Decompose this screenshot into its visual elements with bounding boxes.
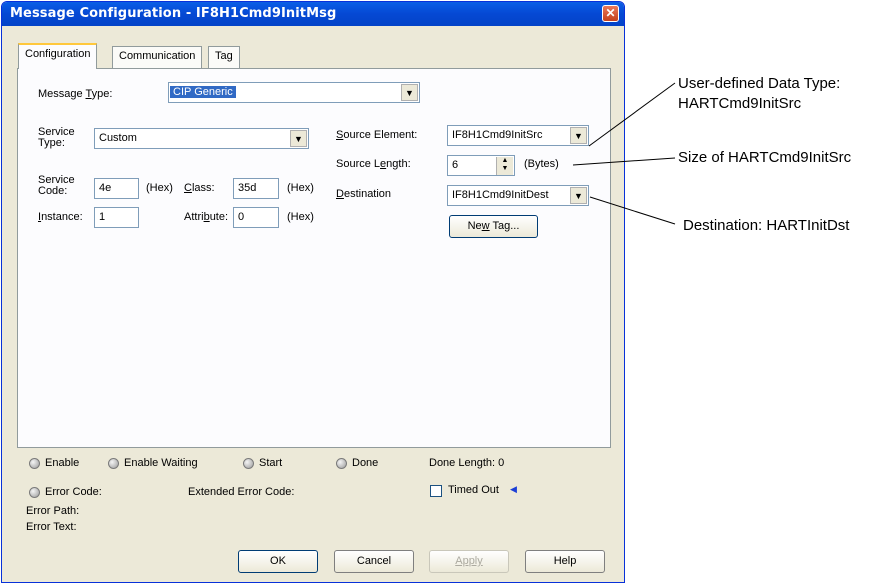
tab-configuration-label: Configuration <box>25 48 91 60</box>
annotation-destination: Destination: HARTInitDst <box>683 217 850 234</box>
callout-line-destination <box>589 196 676 225</box>
annotation-size: Size of HARTCmd9InitSrc <box>678 149 852 166</box>
annotation-data-type-line2: HARTCmd9InitSrc <box>678 95 802 112</box>
annotation-data-type-line1: User-defined Data Type: <box>678 75 841 92</box>
callout-line-data-type <box>588 82 676 147</box>
tab-configuration[interactable]: Configuration <box>18 43 98 69</box>
callout-line-size <box>572 157 676 166</box>
